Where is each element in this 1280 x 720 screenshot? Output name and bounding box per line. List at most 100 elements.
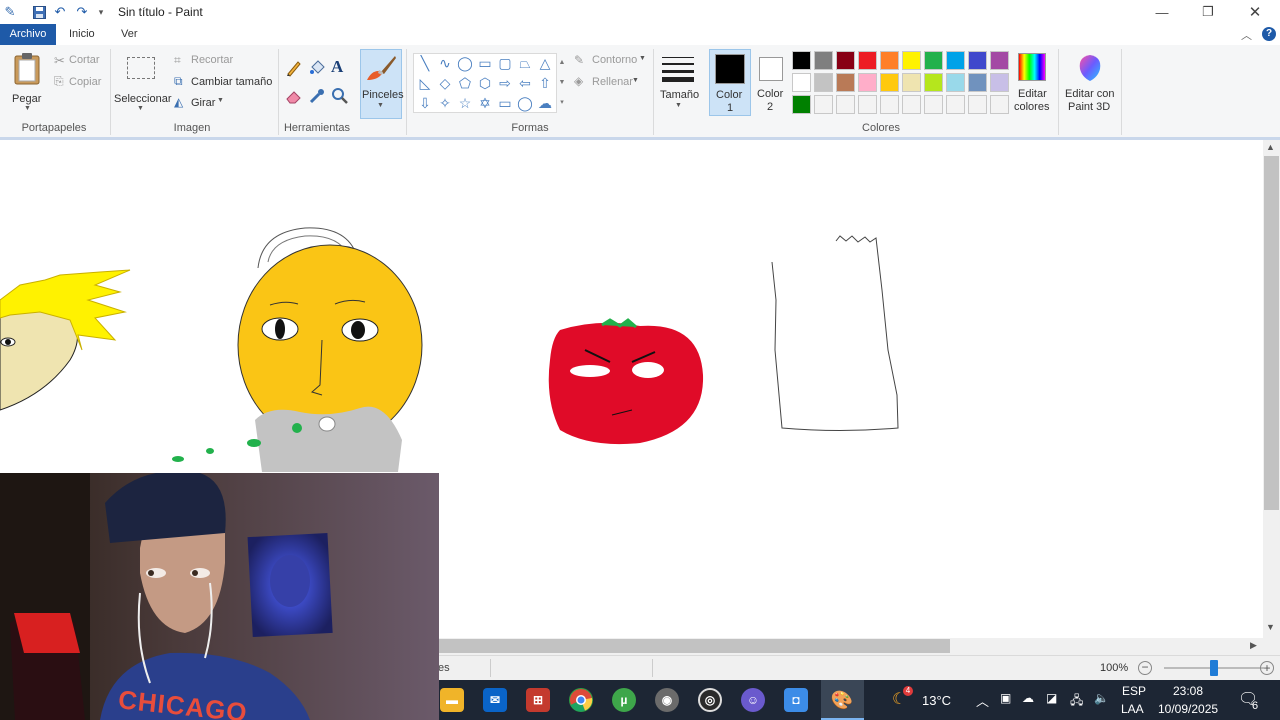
callout-rect-shape-icon[interactable]: ▭ [496, 94, 514, 112]
zoom-slider[interactable] [1164, 660, 1264, 676]
horizontal-scrollbar[interactable]: ▶ [438, 638, 1263, 655]
utorrent-icon[interactable]: µ [612, 688, 636, 712]
minimize-button[interactable]: — [1139, 0, 1185, 24]
palette-color-swatch[interactable] [946, 95, 965, 114]
tray-cloud-icon[interactable]: ☁ [1022, 691, 1034, 705]
collapse-ribbon-icon[interactable]: ︿ [1241, 27, 1252, 43]
palette-color-swatch[interactable] [880, 51, 899, 70]
paste-button[interactable]: Pegar ▼ [6, 49, 46, 113]
zoom-in-button[interactable]: + [1260, 661, 1274, 675]
hexagon-shape-icon[interactable]: ⬡ [476, 74, 494, 92]
palette-color-swatch[interactable] [836, 73, 855, 92]
palette-color-swatch[interactable] [968, 73, 987, 92]
oval-shape-icon[interactable]: ◯ [456, 54, 474, 72]
color-picker-icon[interactable] [308, 87, 326, 105]
callout-cloud-shape-icon[interactable]: ☁ [536, 94, 554, 112]
palette-color-swatch[interactable] [792, 51, 811, 70]
select-button[interactable]: Seleccionar ▼ [113, 49, 171, 113]
callout-oval-shape-icon[interactable]: ◯ [516, 94, 534, 112]
size-button[interactable]: Tamaño ▼ [658, 49, 700, 119]
right-arrow-shape-icon[interactable]: ⇨ [496, 74, 514, 92]
palette-color-swatch[interactable] [880, 95, 899, 114]
taskbar-paint-active[interactable]: 🎨 [821, 680, 864, 720]
brushes-button[interactable]: Pinceles ▼ [360, 49, 404, 119]
fill-button[interactable]: ◈ Rellenar ▼ [574, 74, 648, 90]
curve-shape-icon[interactable]: ∿ [436, 54, 454, 72]
shapes-scroll[interactable]: ▲ ▼ ▾ [558, 53, 566, 113]
crop-button[interactable]: ⌗ Recortar [174, 53, 254, 69]
tab-ver[interactable]: Ver [111, 24, 148, 45]
help-icon[interactable]: ? [1262, 27, 1276, 41]
tray-app-icon[interactable]: ◪ [1046, 691, 1057, 705]
file-explorer-icon[interactable]: ▬ [440, 688, 464, 712]
palette-color-swatch[interactable] [858, 73, 877, 92]
palette-color-swatch[interactable] [924, 51, 943, 70]
outlook-icon[interactable]: ✉ [483, 688, 507, 712]
tab-archivo[interactable]: Archivo [0, 24, 56, 45]
tab-inicio[interactable]: Inicio [59, 24, 105, 45]
palette-color-swatch[interactable] [902, 73, 921, 92]
palette-color-swatch[interactable] [924, 73, 943, 92]
five-point-star-shape-icon[interactable]: ☆ [456, 94, 474, 112]
discord-icon[interactable]: ☺ [741, 688, 765, 712]
paint-app-icon[interactable]: ✎ [2, 4, 18, 20]
undo-icon[interactable]: ↶ [52, 4, 68, 20]
four-point-star-shape-icon[interactable]: ✧ [436, 94, 454, 112]
scroll-down-icon[interactable]: ▼ [1266, 622, 1275, 632]
zoom-slider-thumb[interactable] [1210, 660, 1218, 676]
horizontal-scroll-thumb[interactable] [438, 639, 950, 653]
palette-color-swatch[interactable] [814, 95, 833, 114]
palette-color-swatch[interactable] [880, 73, 899, 92]
palette-color-swatch[interactable] [968, 51, 987, 70]
rectangle-shape-icon[interactable]: ▭ [476, 54, 494, 72]
eraser-icon[interactable] [285, 87, 303, 105]
save-icon[interactable] [31, 4, 47, 20]
palette-color-swatch[interactable] [990, 51, 1009, 70]
palette-color-swatch[interactable] [836, 95, 855, 114]
close-button[interactable]: ✕ [1232, 0, 1278, 24]
zoom-out-button[interactable]: − [1138, 661, 1152, 675]
polygon-shape-icon[interactable]: ⏢ [516, 54, 534, 72]
rotate-button[interactable]: ◭ Girar ▼ [174, 95, 234, 111]
store-icon[interactable]: ⊞ [526, 688, 550, 712]
left-arrow-shape-icon[interactable]: ⇦ [516, 74, 534, 92]
restore-button[interactable]: ❐ [1185, 0, 1231, 24]
color1-button[interactable]: Color 1 [709, 49, 751, 116]
palette-color-swatch[interactable] [968, 95, 987, 114]
palette-color-swatch[interactable] [858, 95, 877, 114]
chrome-profile-icon[interactable]: ◉ [655, 688, 679, 712]
right-triangle-shape-icon[interactable]: ◺ [416, 74, 434, 92]
palette-color-swatch[interactable] [792, 73, 811, 92]
redo-icon[interactable]: ↷ [74, 4, 90, 20]
palette-color-swatch[interactable] [946, 73, 965, 92]
text-tool-icon[interactable]: A [331, 57, 349, 77]
quick-access-dropdown-icon[interactable]: ▾ [93, 4, 109, 20]
tray-expand-icon[interactable]: ︿ [976, 691, 989, 710]
weather-temp[interactable]: 13°C [922, 693, 951, 708]
palette-color-swatch[interactable] [792, 95, 811, 114]
obs-icon[interactable]: ◎ [698, 688, 722, 712]
pentagon-shape-icon[interactable]: ⬠ [456, 74, 474, 92]
camera-app-icon[interactable]: ◘ [784, 688, 808, 712]
palette-color-swatch[interactable] [990, 95, 1009, 114]
copy-button[interactable]: ⎘ Copiar [52, 74, 112, 90]
palette-color-swatch[interactable] [902, 95, 921, 114]
chrome-icon[interactable] [569, 688, 593, 712]
palette-color-swatch[interactable] [902, 51, 921, 70]
cut-button[interactable]: ✂ Cortar [52, 53, 112, 69]
palette-color-swatch[interactable] [946, 51, 965, 70]
up-arrow-shape-icon[interactable]: ⇧ [536, 74, 554, 92]
scroll-right-icon[interactable]: ▶ [1250, 640, 1257, 651]
palette-color-swatch[interactable] [990, 73, 1009, 92]
diamond-shape-icon[interactable]: ◇ [436, 74, 454, 92]
palette-color-swatch[interactable] [924, 95, 943, 114]
outline-button[interactable]: ✎ Contorno ▼ [574, 53, 648, 69]
language-code[interactable]: ESP [1122, 684, 1146, 698]
edit-colors-button[interactable]: Editar colores [1014, 49, 1050, 119]
fill-bucket-icon[interactable] [308, 59, 326, 77]
color2-button[interactable]: Color 2 [752, 49, 792, 116]
clock-time[interactable]: 23:08 [1173, 684, 1203, 698]
six-point-star-shape-icon[interactable]: ✡ [476, 94, 494, 112]
down-arrow-shape-icon[interactable]: ⇩ [416, 94, 434, 112]
volume-icon[interactable]: 🔈 [1094, 691, 1109, 705]
